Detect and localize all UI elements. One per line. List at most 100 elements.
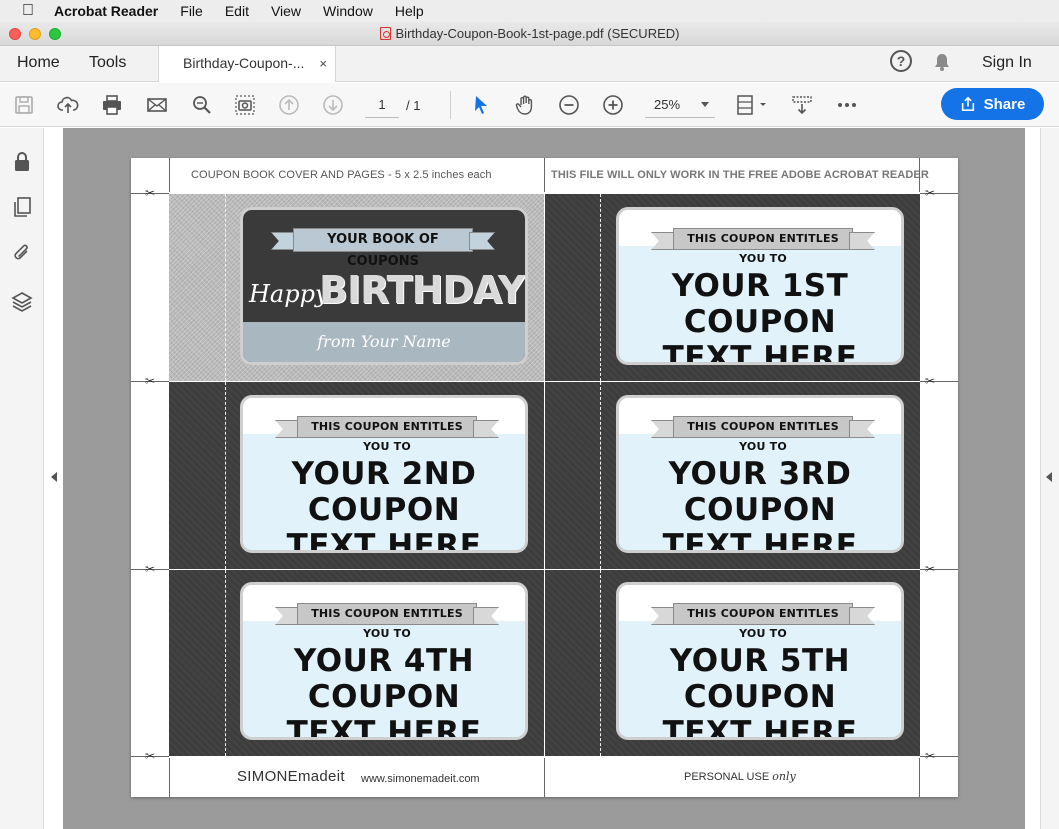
cut-mark: [919, 158, 920, 192]
menu-app[interactable]: Acrobat Reader: [54, 3, 158, 19]
tab-tools[interactable]: Tools: [89, 46, 126, 81]
share-button[interactable]: Share: [941, 88, 1044, 120]
apple-icon[interactable]: : [20, 2, 36, 20]
coupon-card-3: THIS COUPON ENTITLES YOU TO YOUR 3RD COU…: [616, 395, 904, 553]
tab-document[interactable]: Birthday-Coupon-... ×: [158, 46, 336, 82]
footer-personal-use: PERSONAL USE only: [684, 770, 796, 783]
coupon-panel-2: THIS COUPON ENTITLES YOU TO YOUR 2ND COU…: [169, 382, 544, 569]
tab-document-label: Birthday-Coupon-...: [183, 55, 305, 71]
cover-panel: YOUR BOOK OF COUPONS Happy BIRTHDAY from…: [225, 194, 544, 381]
cover-card: YOUR BOOK OF COUPONS Happy BIRTHDAY from…: [240, 207, 528, 365]
coupon-line-2: TEXT HERE: [286, 528, 482, 553]
page-number-input[interactable]: [365, 92, 399, 118]
sign-in-link[interactable]: Sign In: [982, 54, 1032, 72]
banner-tail-right: [469, 232, 495, 250]
attachment-icon[interactable]: [11, 242, 33, 264]
coupon-banner-text: THIS COUPON ENTITLES YOU TO: [673, 603, 853, 640]
window-title-bar: Birthday-Coupon-Book-1st-page.pdf (SECUR…: [0, 22, 1059, 46]
scissors-icon: ✂: [925, 562, 936, 576]
pages-icon[interactable]: [11, 196, 33, 218]
coupon-line-1: YOUR 4TH COUPON: [293, 643, 475, 715]
footer-only-text: only: [772, 770, 796, 783]
scissors-icon: ✂: [925, 749, 936, 763]
coupon-line-2: TEXT HERE: [662, 340, 858, 365]
cover-birthday-text: BIRTHDAY: [319, 268, 525, 312]
coupon-banner-text: THIS COUPON ENTITLES YOU TO: [673, 228, 853, 265]
coupon-line-1: YOUR 2ND COUPON: [291, 456, 477, 528]
coupon-line-1: YOUR 1ST COUPON: [671, 268, 849, 340]
scissors-icon: ✂: [145, 749, 156, 763]
tab-home[interactable]: Home: [17, 46, 60, 81]
coupon-card-2: THIS COUPON ENTITLES YOU TO YOUR 2ND COU…: [240, 395, 528, 553]
cut-mark: [544, 158, 545, 192]
window-minimize-button[interactable]: [29, 28, 41, 40]
coupon-card-1: THIS COUPON ENTITLES YOU TO YOUR 1ST COU…: [616, 207, 904, 365]
footer-personal-use-text: PERSONAL USE: [684, 771, 770, 783]
page-header-left: COUPON BOOK COVER AND PAGES - 5 x 2.5 in…: [191, 169, 492, 181]
scissors-icon: ✂: [145, 374, 156, 388]
cover-banner: YOUR BOOK OF COUPONS: [271, 228, 495, 269]
coupon-text: YOUR 3RD COUPON TEXT HERE: [619, 456, 901, 553]
menu-edit[interactable]: Edit: [225, 3, 249, 19]
coupon-banner: THIS COUPON ENTITLES YOU TO: [651, 228, 875, 265]
page-down-icon[interactable]: [321, 93, 345, 117]
toolbar: / 1 25%: [0, 83, 1059, 127]
zoom-in-icon[interactable]: [601, 93, 625, 117]
fold-line: [225, 194, 226, 381]
tab-close-icon[interactable]: ×: [319, 46, 327, 81]
coupon-line-2: TEXT HERE: [662, 528, 858, 553]
hand-icon[interactable]: [513, 93, 537, 117]
menu-bar:  Acrobat Reader File Edit View Window H…: [0, 0, 1059, 22]
share-icon: [961, 96, 974, 112]
fit-page-icon[interactable]: [734, 93, 770, 117]
expand-right-panel-icon[interactable]: [1046, 472, 1052, 482]
zoom-select[interactable]: 25%: [645, 92, 715, 118]
cut-mark: [544, 758, 545, 797]
select-arrow-icon[interactable]: [469, 93, 493, 117]
cover-spine: [169, 194, 225, 381]
window-close-button[interactable]: [9, 28, 21, 40]
menu-window[interactable]: Window: [323, 3, 373, 19]
toolbar-divider: [450, 91, 451, 119]
help-button[interactable]: ?: [890, 50, 912, 72]
bell-icon[interactable]: [932, 52, 952, 72]
upload-icon[interactable]: [56, 93, 80, 117]
coupon-banner-text: THIS COUPON ENTITLES YOU TO: [297, 603, 477, 640]
left-rail: [0, 128, 44, 829]
page-up-icon[interactable]: [277, 93, 301, 117]
scissors-icon: ✂: [145, 186, 156, 200]
coupon-banner-text: THIS COUPON ENTITLES YOU TO: [673, 416, 853, 453]
zoom-value: 25%: [654, 97, 681, 112]
cut-mark: [919, 758, 920, 797]
cover-from-text: from Your Name: [317, 332, 451, 351]
cover-happy-text: Happy: [249, 280, 329, 308]
menu-help[interactable]: Help: [395, 3, 424, 19]
fold-line: [225, 570, 226, 756]
cover-banner-text: YOUR BOOK OF COUPONS: [293, 228, 473, 269]
share-label: Share: [983, 95, 1026, 113]
zoom-out-icon[interactable]: [557, 93, 581, 117]
coupon-banner: THIS COUPON ENTITLES YOU TO: [651, 603, 875, 640]
page-header-right: THIS FILE WILL ONLY WORK IN THE FREE ADO…: [551, 169, 929, 181]
snapshot-icon[interactable]: [233, 93, 257, 117]
lock-icon[interactable]: [11, 150, 33, 172]
menu-file[interactable]: File: [180, 3, 203, 19]
save-icon[interactable]: [12, 93, 36, 117]
layers-icon[interactable]: [11, 290, 33, 312]
window-zoom-button[interactable]: [49, 28, 61, 40]
banner-tail-right: [473, 607, 499, 625]
scan-icon[interactable]: [790, 93, 814, 117]
collapse-left-panel-icon[interactable]: [51, 472, 57, 482]
coupon-line-1: YOUR 5TH COUPON: [669, 643, 851, 715]
banner-tail-right: [473, 420, 499, 438]
more-icon[interactable]: [835, 93, 859, 117]
pdf-file-icon: [379, 27, 391, 40]
banner-tail-right: [849, 607, 875, 625]
cut-mark: [169, 758, 170, 797]
zoom-search-icon[interactable]: [190, 93, 214, 117]
print-icon[interactable]: [100, 93, 124, 117]
menu-view[interactable]: View: [271, 3, 301, 19]
banner-tail-right: [849, 232, 875, 250]
fold-line: [600, 570, 601, 756]
email-icon[interactable]: [145, 93, 169, 117]
